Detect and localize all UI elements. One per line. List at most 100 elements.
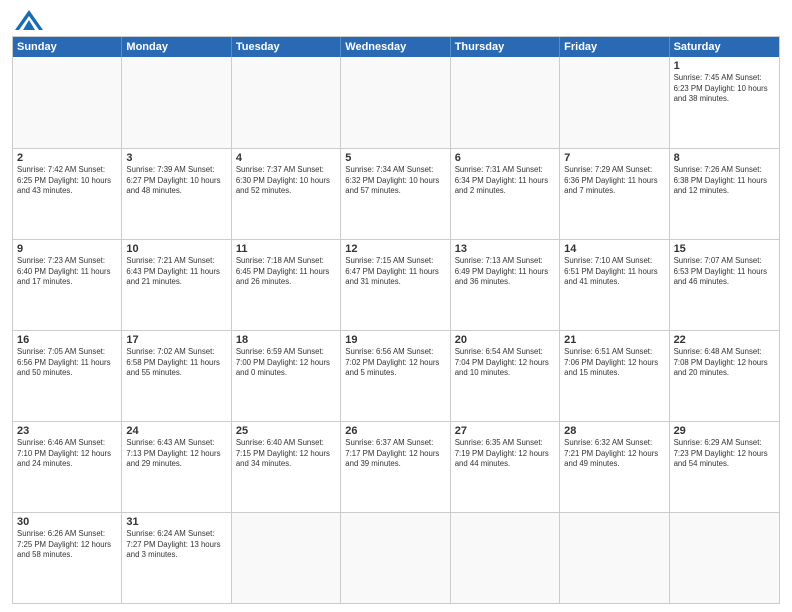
calendar-cell <box>560 513 669 603</box>
day-info: Sunrise: 7:07 AM Sunset: 6:53 PM Dayligh… <box>674 256 775 288</box>
calendar-cell: 6Sunrise: 7:31 AM Sunset: 6:34 PM Daylig… <box>451 149 560 239</box>
week-row-2: 2Sunrise: 7:42 AM Sunset: 6:25 PM Daylig… <box>13 148 779 239</box>
calendar: SundayMondayTuesdayWednesdayThursdayFrid… <box>12 36 780 604</box>
day-info: Sunrise: 7:13 AM Sunset: 6:49 PM Dayligh… <box>455 256 555 288</box>
calendar-body: 1Sunrise: 7:45 AM Sunset: 6:23 PM Daylig… <box>13 57 779 603</box>
day-number: 30 <box>17 516 117 528</box>
day-of-week-friday: Friday <box>560 37 669 57</box>
calendar-cell: 4Sunrise: 7:37 AM Sunset: 6:30 PM Daylig… <box>232 149 341 239</box>
day-info: Sunrise: 6:37 AM Sunset: 7:17 PM Dayligh… <box>345 438 445 470</box>
day-info: Sunrise: 6:26 AM Sunset: 7:25 PM Dayligh… <box>17 529 117 561</box>
day-number: 2 <box>17 152 117 164</box>
calendar-cell <box>451 513 560 603</box>
day-number: 5 <box>345 152 445 164</box>
calendar-header: SundayMondayTuesdayWednesdayThursdayFrid… <box>13 37 779 57</box>
calendar-cell <box>122 57 231 148</box>
week-row-6: 30Sunrise: 6:26 AM Sunset: 7:25 PM Dayli… <box>13 512 779 603</box>
day-info: Sunrise: 7:37 AM Sunset: 6:30 PM Dayligh… <box>236 165 336 197</box>
calendar-cell <box>232 513 341 603</box>
calendar-cell: 10Sunrise: 7:21 AM Sunset: 6:43 PM Dayli… <box>122 240 231 330</box>
calendar-cell: 7Sunrise: 7:29 AM Sunset: 6:36 PM Daylig… <box>560 149 669 239</box>
logo-icon <box>15 10 43 30</box>
calendar-cell: 19Sunrise: 6:56 AM Sunset: 7:02 PM Dayli… <box>341 331 450 421</box>
calendar-cell: 14Sunrise: 7:10 AM Sunset: 6:51 PM Dayli… <box>560 240 669 330</box>
day-of-week-tuesday: Tuesday <box>232 37 341 57</box>
calendar-cell: 8Sunrise: 7:26 AM Sunset: 6:38 PM Daylig… <box>670 149 779 239</box>
calendar-cell: 17Sunrise: 7:02 AM Sunset: 6:58 PM Dayli… <box>122 331 231 421</box>
day-info: Sunrise: 6:51 AM Sunset: 7:06 PM Dayligh… <box>564 347 664 379</box>
page: SundayMondayTuesdayWednesdayThursdayFrid… <box>0 0 792 612</box>
calendar-cell: 18Sunrise: 6:59 AM Sunset: 7:00 PM Dayli… <box>232 331 341 421</box>
calendar-cell: 22Sunrise: 6:48 AM Sunset: 7:08 PM Dayli… <box>670 331 779 421</box>
calendar-cell: 28Sunrise: 6:32 AM Sunset: 7:21 PM Dayli… <box>560 422 669 512</box>
day-info: Sunrise: 6:29 AM Sunset: 7:23 PM Dayligh… <box>674 438 775 470</box>
day-info: Sunrise: 6:35 AM Sunset: 7:19 PM Dayligh… <box>455 438 555 470</box>
day-number: 16 <box>17 334 117 346</box>
day-number: 9 <box>17 243 117 255</box>
day-number: 17 <box>126 334 226 346</box>
day-info: Sunrise: 7:29 AM Sunset: 6:36 PM Dayligh… <box>564 165 664 197</box>
day-number: 10 <box>126 243 226 255</box>
calendar-cell <box>560 57 669 148</box>
day-number: 1 <box>674 60 775 72</box>
day-number: 3 <box>126 152 226 164</box>
calendar-cell: 9Sunrise: 7:23 AM Sunset: 6:40 PM Daylig… <box>13 240 122 330</box>
calendar-cell <box>232 57 341 148</box>
calendar-cell: 24Sunrise: 6:43 AM Sunset: 7:13 PM Dayli… <box>122 422 231 512</box>
day-info: Sunrise: 6:43 AM Sunset: 7:13 PM Dayligh… <box>126 438 226 470</box>
calendar-cell: 21Sunrise: 6:51 AM Sunset: 7:06 PM Dayli… <box>560 331 669 421</box>
day-number: 14 <box>564 243 664 255</box>
day-info: Sunrise: 7:31 AM Sunset: 6:34 PM Dayligh… <box>455 165 555 197</box>
calendar-cell: 5Sunrise: 7:34 AM Sunset: 6:32 PM Daylig… <box>341 149 450 239</box>
day-number: 12 <box>345 243 445 255</box>
calendar-cell: 30Sunrise: 6:26 AM Sunset: 7:25 PM Dayli… <box>13 513 122 603</box>
day-info: Sunrise: 6:59 AM Sunset: 7:00 PM Dayligh… <box>236 347 336 379</box>
day-number: 24 <box>126 425 226 437</box>
calendar-cell <box>341 57 450 148</box>
day-number: 21 <box>564 334 664 346</box>
day-info: Sunrise: 6:32 AM Sunset: 7:21 PM Dayligh… <box>564 438 664 470</box>
day-info: Sunrise: 7:23 AM Sunset: 6:40 PM Dayligh… <box>17 256 117 288</box>
day-number: 15 <box>674 243 775 255</box>
day-info: Sunrise: 7:42 AM Sunset: 6:25 PM Dayligh… <box>17 165 117 197</box>
day-number: 11 <box>236 243 336 255</box>
calendar-cell: 1Sunrise: 7:45 AM Sunset: 6:23 PM Daylig… <box>670 57 779 148</box>
calendar-cell: 26Sunrise: 6:37 AM Sunset: 7:17 PM Dayli… <box>341 422 450 512</box>
day-number: 23 <box>17 425 117 437</box>
day-info: Sunrise: 6:40 AM Sunset: 7:15 PM Dayligh… <box>236 438 336 470</box>
day-info: Sunrise: 7:15 AM Sunset: 6:47 PM Dayligh… <box>345 256 445 288</box>
week-row-4: 16Sunrise: 7:05 AM Sunset: 6:56 PM Dayli… <box>13 330 779 421</box>
logo-text <box>12 10 43 30</box>
day-info: Sunrise: 6:48 AM Sunset: 7:08 PM Dayligh… <box>674 347 775 379</box>
day-info: Sunrise: 7:05 AM Sunset: 6:56 PM Dayligh… <box>17 347 117 379</box>
day-number: 22 <box>674 334 775 346</box>
day-of-week-monday: Monday <box>122 37 231 57</box>
calendar-cell: 23Sunrise: 6:46 AM Sunset: 7:10 PM Dayli… <box>13 422 122 512</box>
week-row-3: 9Sunrise: 7:23 AM Sunset: 6:40 PM Daylig… <box>13 239 779 330</box>
logo <box>12 10 43 30</box>
day-of-week-thursday: Thursday <box>451 37 560 57</box>
calendar-cell: 12Sunrise: 7:15 AM Sunset: 6:47 PM Dayli… <box>341 240 450 330</box>
calendar-cell: 27Sunrise: 6:35 AM Sunset: 7:19 PM Dayli… <box>451 422 560 512</box>
calendar-cell: 20Sunrise: 6:54 AM Sunset: 7:04 PM Dayli… <box>451 331 560 421</box>
day-info: Sunrise: 6:24 AM Sunset: 7:27 PM Dayligh… <box>126 529 226 561</box>
calendar-cell: 3Sunrise: 7:39 AM Sunset: 6:27 PM Daylig… <box>122 149 231 239</box>
day-info: Sunrise: 7:10 AM Sunset: 6:51 PM Dayligh… <box>564 256 664 288</box>
calendar-cell <box>13 57 122 148</box>
day-info: Sunrise: 6:56 AM Sunset: 7:02 PM Dayligh… <box>345 347 445 379</box>
calendar-cell: 16Sunrise: 7:05 AM Sunset: 6:56 PM Dayli… <box>13 331 122 421</box>
day-of-week-sunday: Sunday <box>13 37 122 57</box>
day-number: 28 <box>564 425 664 437</box>
calendar-cell <box>670 513 779 603</box>
day-info: Sunrise: 6:54 AM Sunset: 7:04 PM Dayligh… <box>455 347 555 379</box>
day-number: 25 <box>236 425 336 437</box>
day-of-week-saturday: Saturday <box>670 37 779 57</box>
day-number: 31 <box>126 516 226 528</box>
day-info: Sunrise: 7:18 AM Sunset: 6:45 PM Dayligh… <box>236 256 336 288</box>
calendar-cell: 11Sunrise: 7:18 AM Sunset: 6:45 PM Dayli… <box>232 240 341 330</box>
day-info: Sunrise: 6:46 AM Sunset: 7:10 PM Dayligh… <box>17 438 117 470</box>
day-info: Sunrise: 7:34 AM Sunset: 6:32 PM Dayligh… <box>345 165 445 197</box>
day-info: Sunrise: 7:02 AM Sunset: 6:58 PM Dayligh… <box>126 347 226 379</box>
day-info: Sunrise: 7:21 AM Sunset: 6:43 PM Dayligh… <box>126 256 226 288</box>
calendar-cell: 2Sunrise: 7:42 AM Sunset: 6:25 PM Daylig… <box>13 149 122 239</box>
